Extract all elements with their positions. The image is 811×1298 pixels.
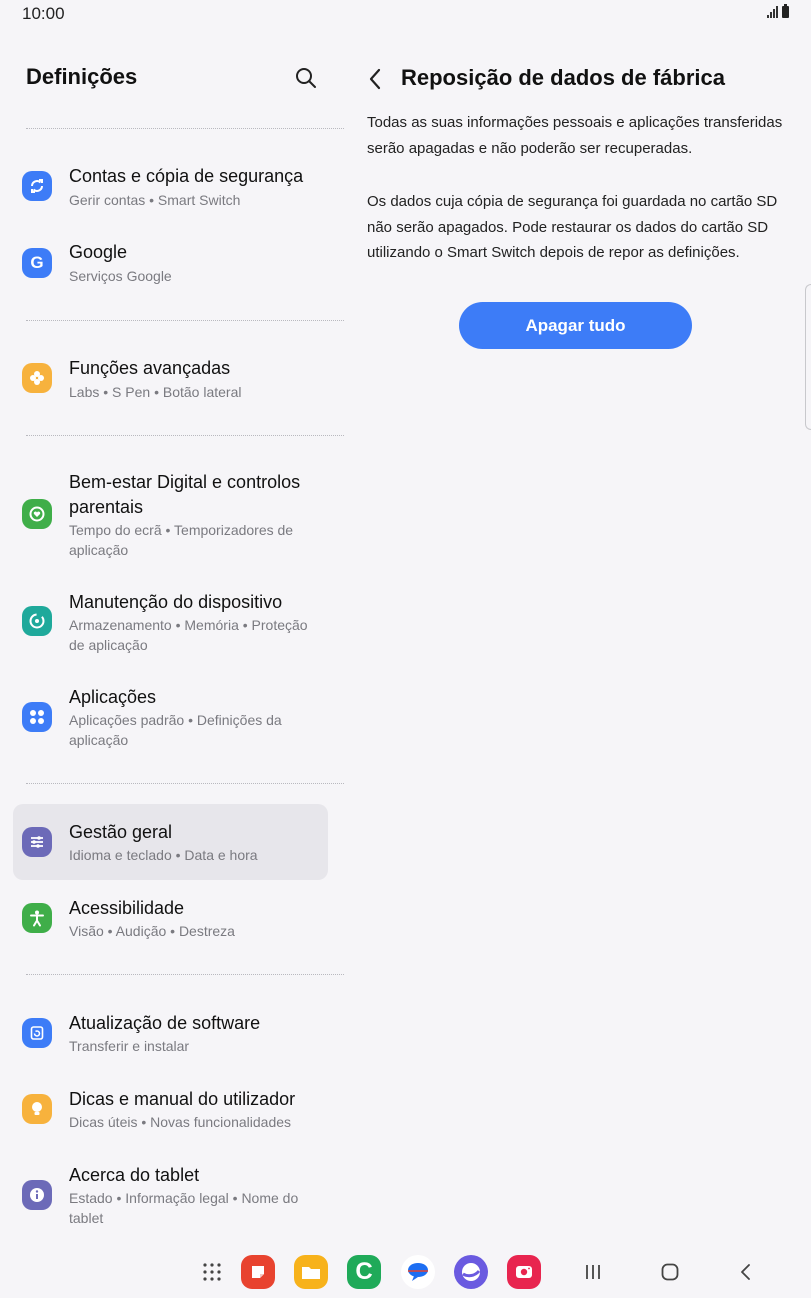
notes-app[interactable] (240, 1254, 276, 1290)
settings-item-tips-manual[interactable]: Dicas e manual do utilizador Dicas úteis… (13, 1079, 328, 1149)
taskbar: C (0, 1244, 811, 1298)
back-button[interactable] (364, 66, 386, 92)
settings-item-software-update[interactable]: Atualização de software Transferir e ins… (13, 1003, 328, 1073)
panel-resize-handle[interactable] (805, 284, 811, 430)
settings-item-about-tablet[interactable]: Acerca do tablet Estado • Informação leg… (13, 1155, 328, 1235)
item-subtitle: Visão • Audição • Destreza (69, 923, 235, 939)
item-subtitle: Transferir e instalar (69, 1038, 190, 1054)
settings-header: Definições (0, 28, 340, 128)
item-subtitle: Serviços Google (69, 268, 172, 284)
warning-text: Todas as suas informações pessoais e apl… (367, 114, 783, 157)
settings-item-digital-wellbeing[interactable]: Bem-estar Digital e controlos parentais … (13, 464, 328, 564)
apps-grid-icon (203, 1263, 221, 1281)
section-divider (26, 128, 344, 129)
recents-icon (586, 1265, 600, 1279)
signal-icon (767, 6, 778, 18)
settings-item-google[interactable]: G Google Serviços Google (13, 232, 328, 302)
section-divider (26, 783, 344, 784)
item-title: Manutenção do dispositivo (69, 592, 283, 612)
internet-app[interactable] (453, 1254, 489, 1290)
update-icon (22, 1018, 52, 1048)
search-icon (296, 68, 316, 88)
device-care-icon (22, 606, 52, 636)
erase-all-button[interactable]: Apagar tudo (459, 302, 692, 349)
item-subtitle: Gerir contas • Smart Switch (69, 192, 241, 208)
item-title: Gestão geral (69, 822, 173, 842)
settings-item-device-care[interactable]: Manutenção do dispositivo Armazenamento … (13, 584, 328, 659)
item-subtitle: Aplicações padrão • Definições da aplica… (69, 712, 282, 748)
item-title: Acerca do tablet (69, 1165, 200, 1185)
item-title: Google (69, 242, 128, 262)
item-subtitle: Labs • S Pen • Botão lateral (69, 384, 242, 400)
item-title: Bem-estar Digital e controlos parentais (69, 472, 301, 517)
settings-item-advanced-features[interactable]: Funções avançadas Labs • S Pen • Botão l… (13, 348, 328, 418)
item-title: Acessibilidade (69, 898, 185, 918)
messages-app[interactable] (400, 1254, 436, 1290)
camera-app[interactable] (506, 1254, 542, 1290)
camera-app-icon (507, 1255, 541, 1289)
nav-back-button[interactable] (728, 1254, 764, 1290)
settings-list-panel: Definições (0, 28, 340, 128)
notes-app-icon (241, 1255, 275, 1289)
sync-icon (22, 171, 52, 201)
battery-icon (782, 4, 789, 18)
detail-title: Reposição de dados de fábrica (401, 65, 725, 90)
google-icon: G (22, 248, 52, 278)
item-title: Aplicações (69, 687, 157, 707)
info-icon (22, 1180, 52, 1210)
back-icon (741, 1264, 750, 1280)
home-icon (661, 1263, 679, 1281)
section-divider (26, 435, 344, 436)
accessibility-icon (22, 903, 52, 933)
item-title: Atualização de software (69, 1013, 261, 1033)
item-subtitle: Armazenamento • Memória • Proteção de ap… (69, 617, 308, 653)
home-button[interactable] (652, 1254, 688, 1290)
status-bar: 10:00 (0, 0, 811, 28)
files-app[interactable] (293, 1254, 329, 1290)
wellbeing-icon (22, 499, 52, 529)
puzzle-icon (22, 363, 52, 393)
settings-item-accessibility[interactable]: Acessibilidade Visão • Audição • Destrez… (13, 888, 328, 958)
item-title: Funções avançadas (69, 358, 231, 378)
item-subtitle: Dicas úteis • Novas funcionalidades (69, 1114, 292, 1130)
messages-app-icon (401, 1255, 435, 1289)
status-time: 10:00 (22, 4, 65, 23)
settings-item-accounts-backup[interactable]: Contas e cópia de segurança Gerir contas… (13, 156, 328, 226)
recents-button[interactable] (575, 1254, 611, 1290)
item-title: Dicas e manual do utilizador (69, 1089, 296, 1109)
phone-app[interactable]: C (346, 1254, 382, 1290)
apps-grid-button[interactable] (194, 1254, 230, 1290)
apps-icon (22, 702, 52, 732)
page-title: Definições (26, 64, 138, 89)
section-divider (26, 974, 344, 975)
section-divider (26, 320, 344, 321)
item-title: Contas e cópia de segurança (69, 166, 304, 186)
sliders-icon (22, 827, 52, 857)
settings-item-general-management[interactable]: Gestão geral Idioma e teclado • Data e h… (13, 804, 328, 880)
settings-item-apps[interactable]: Aplicações Aplicações padrão • Definiçõe… (13, 680, 328, 755)
status-icons (767, 4, 789, 18)
item-subtitle: Idioma e teclado • Data e hora (69, 847, 258, 863)
lightbulb-icon (22, 1094, 52, 1124)
sd-card-text: Os dados cuja cópia de segurança foi gua… (367, 193, 778, 261)
internet-app-icon (454, 1255, 488, 1289)
phone-app-icon: C (347, 1255, 381, 1289)
item-subtitle: Estado • Informação legal • Nome do tabl… (69, 1190, 299, 1226)
files-app-icon (294, 1255, 328, 1289)
chevron-left-icon (369, 68, 381, 90)
search-button[interactable] (292, 64, 320, 92)
item-subtitle: Tempo do ecrã • Temporizadores de aplica… (69, 522, 294, 558)
